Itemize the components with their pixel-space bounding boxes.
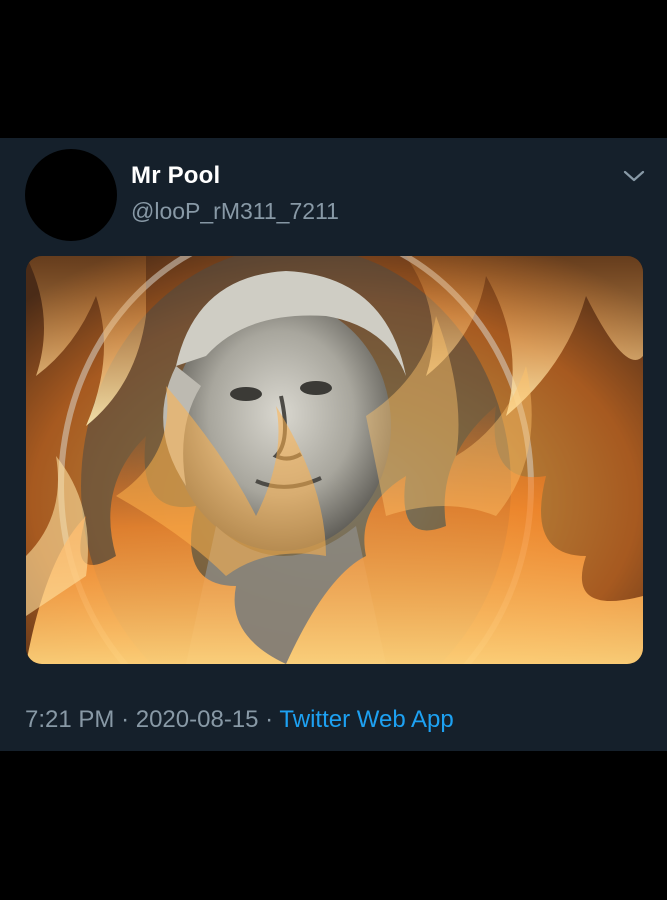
tweet-time[interactable]: 7:21 PM (25, 706, 114, 733)
burning-dollar-bill-image (26, 256, 643, 664)
tweet-meta: 7:21 PM · 2020-08-15 · Twitter Web App (25, 706, 454, 734)
meta-separator: · (265, 706, 274, 733)
avatar[interactable] (25, 149, 117, 241)
chevron-down-icon[interactable] (622, 166, 646, 186)
author-display-name[interactable]: Mr Pool (131, 162, 220, 190)
tweet-date[interactable]: 2020-08-15 (136, 706, 259, 733)
tweet-media-image[interactable] (26, 256, 643, 664)
tweet-source-link[interactable]: Twitter Web App (279, 706, 453, 733)
author-handle[interactable]: @looP_rM311_7211 (131, 198, 339, 225)
meta-separator: · (121, 706, 130, 733)
